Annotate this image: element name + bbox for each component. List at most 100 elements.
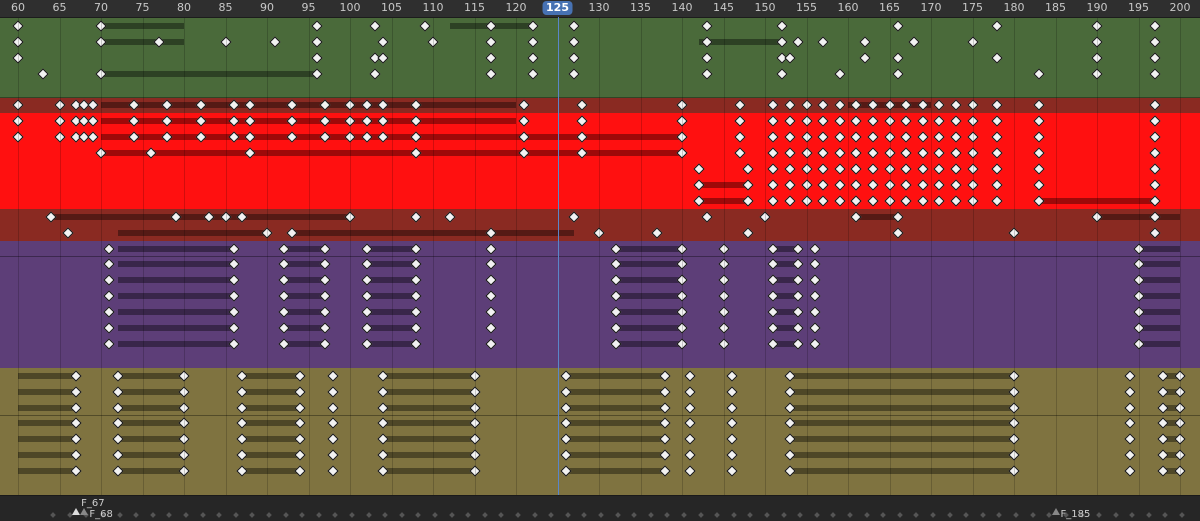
keyframe[interactable] [966, 36, 979, 48]
channel-row[interactable] [0, 18, 1200, 35]
keyframe[interactable] [568, 52, 580, 64]
keyframe[interactable] [850, 195, 862, 207]
keyframe[interactable] [991, 52, 1004, 64]
keyframe[interactable] [900, 115, 912, 127]
keyframe[interactable] [792, 36, 804, 48]
keyframe[interactable] [734, 147, 746, 159]
keyframe[interactable] [294, 417, 306, 430]
keyframe[interactable] [53, 115, 66, 127]
keyframe[interactable] [12, 99, 24, 112]
keyframe[interactable] [676, 99, 688, 112]
keyframe[interactable] [1124, 401, 1136, 414]
keyframe[interactable] [369, 67, 381, 80]
keyframe[interactable] [809, 274, 821, 286]
keyframe[interactable] [659, 449, 672, 461]
keyframe[interactable] [419, 20, 431, 32]
keyframe[interactable] [427, 36, 439, 48]
keyframe[interactable] [809, 306, 821, 318]
keyframe[interactable] [817, 115, 829, 127]
keyframe[interactable] [485, 338, 497, 350]
keyframe[interactable] [485, 306, 497, 318]
keyframe[interactable] [742, 163, 755, 175]
keyframe[interactable] [991, 163, 1004, 175]
keyframe[interactable] [684, 370, 696, 382]
keyframe[interactable] [269, 36, 281, 48]
keyframe[interactable] [676, 274, 688, 286]
keyframe[interactable] [526, 67, 539, 80]
keyframe[interactable] [576, 99, 589, 112]
keyframe[interactable] [1033, 179, 1045, 191]
marker-triangle[interactable] [1051, 508, 1060, 515]
channel-row[interactable] [0, 399, 1200, 417]
keyframe[interactable] [1033, 99, 1045, 112]
keyframe[interactable] [792, 290, 804, 302]
keyframe[interactable] [726, 385, 738, 398]
keyframe[interactable] [950, 131, 962, 143]
keyframe[interactable] [742, 179, 755, 191]
keyframe[interactable] [1149, 115, 1161, 127]
keyframe[interactable] [850, 179, 862, 191]
keyframe[interactable] [892, 226, 904, 239]
keyframe[interactable] [311, 20, 323, 32]
keyframe[interactable] [867, 179, 879, 191]
keyframe[interactable] [966, 99, 979, 112]
keyframe[interactable] [991, 195, 1004, 207]
keyframe[interactable] [410, 338, 423, 350]
keyframe[interactable] [966, 163, 979, 175]
channel-row[interactable] [0, 161, 1200, 178]
keyframe[interactable] [1008, 433, 1020, 445]
keyframe[interactable] [991, 20, 1004, 32]
keyframe[interactable] [717, 338, 730, 350]
keyframe[interactable] [917, 195, 929, 207]
keyframe[interactable] [991, 115, 1004, 127]
keyframe[interactable] [933, 179, 945, 191]
keyframe[interactable] [850, 163, 862, 175]
keyframe[interactable] [775, 67, 788, 80]
keyframe[interactable] [410, 274, 423, 286]
keyframe[interactable] [950, 163, 962, 175]
keyframe[interactable] [809, 322, 821, 334]
keyframe[interactable] [883, 163, 896, 175]
keyframe[interactable] [883, 195, 896, 207]
keyframe[interactable] [1091, 67, 1103, 80]
keyframe[interactable] [900, 195, 912, 207]
keyframe[interactable] [734, 115, 746, 127]
keyframe[interactable] [410, 290, 423, 302]
channel-row[interactable] [0, 33, 1200, 51]
keyframe[interactable] [294, 465, 306, 477]
keyframe[interactable] [37, 67, 49, 80]
keyframe[interactable] [784, 99, 796, 112]
keyframe[interactable] [659, 465, 672, 477]
keyframe[interactable] [103, 306, 115, 318]
keyframe[interactable] [518, 115, 530, 127]
keyframe[interactable] [950, 99, 962, 112]
keyframe[interactable] [684, 401, 696, 414]
keyframe[interactable] [1091, 36, 1103, 48]
channel-row[interactable] [0, 240, 1200, 258]
keyframe[interactable] [1124, 385, 1136, 398]
keyframe[interactable] [867, 147, 879, 159]
keyframe[interactable] [219, 36, 232, 48]
keyframe[interactable] [1091, 52, 1103, 64]
keyframe[interactable] [933, 99, 945, 112]
keyframe[interactable] [867, 195, 879, 207]
channel-row[interactable] [0, 351, 1200, 369]
keyframe[interactable] [817, 163, 829, 175]
channel-row[interactable] [0, 479, 1200, 495]
keyframe[interactable] [568, 20, 580, 32]
keyframe[interactable] [726, 433, 738, 445]
keyframe[interactable] [377, 52, 389, 64]
channel-row[interactable] [0, 463, 1200, 481]
keyframe[interactable] [892, 52, 904, 64]
keyframe[interactable] [568, 211, 580, 223]
keyframe[interactable] [485, 290, 497, 302]
keyframe[interactable] [800, 147, 813, 159]
keyframe[interactable] [1149, 20, 1161, 32]
keyframe[interactable] [319, 258, 331, 271]
keyframe[interactable] [319, 274, 331, 286]
keyframe[interactable] [485, 258, 497, 271]
keyframe[interactable] [784, 115, 796, 127]
frame-ruler[interactable]: 60 65 70 75 80 85 90 95 100 105 110 115 120 125 130 135… [0, 0, 1200, 18]
keyframe[interactable] [726, 401, 738, 414]
keyframe[interactable] [701, 52, 713, 64]
